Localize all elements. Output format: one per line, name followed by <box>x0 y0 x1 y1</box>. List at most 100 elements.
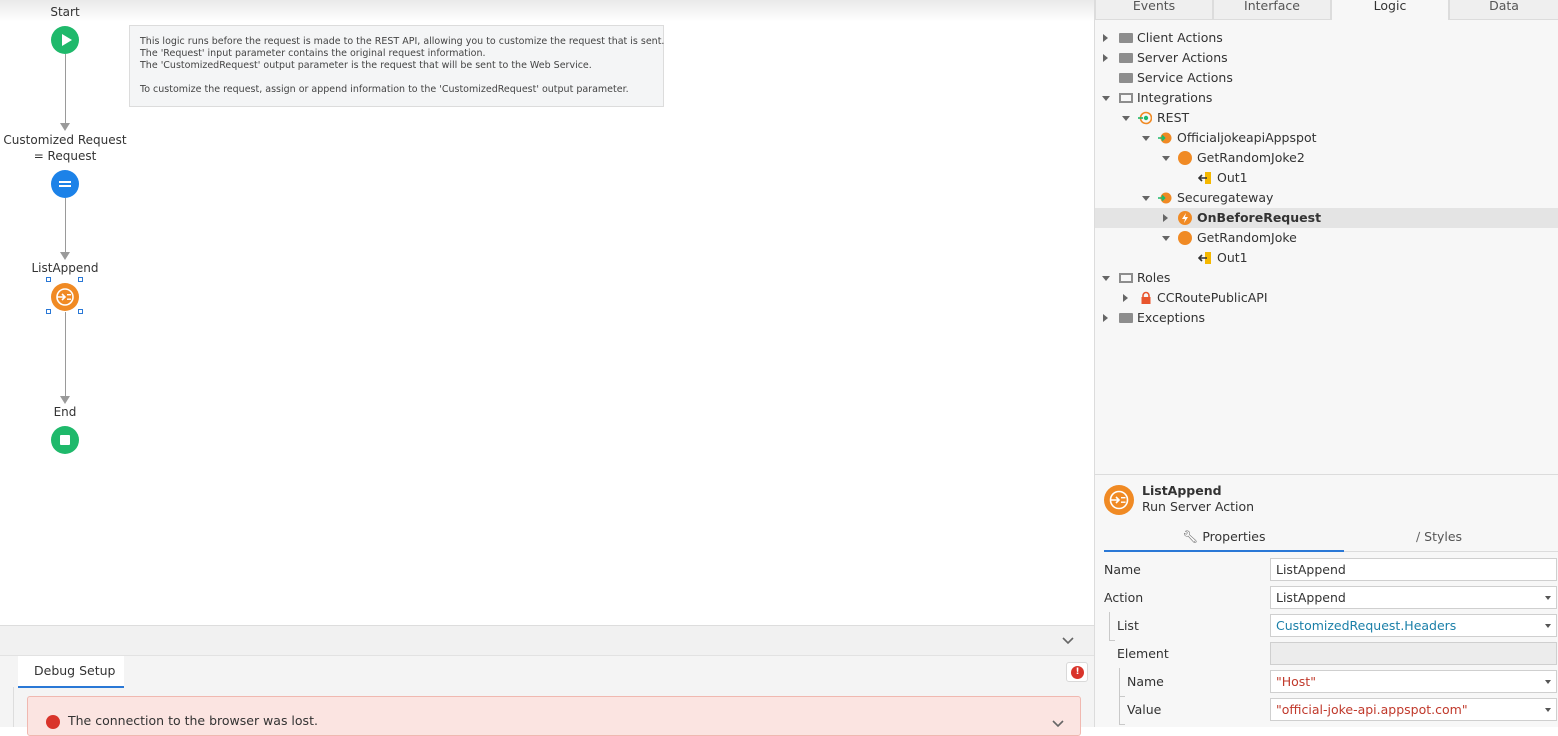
collapse-icon[interactable] <box>1102 96 1110 101</box>
prop-label: List <box>1117 618 1139 633</box>
alert-icon: ! <box>1071 666 1084 679</box>
tree-label: Out1 <box>1217 170 1248 185</box>
tree-item-method[interactable]: GetRandomJoke <box>1095 228 1558 248</box>
bottom-panel: Debug Setup ! The connection to the brow… <box>0 655 1094 736</box>
collapse-icon[interactable] <box>1162 236 1170 241</box>
collapse-icon[interactable] <box>1142 136 1150 141</box>
tree-label: GetRandomJoke2 <box>1197 150 1305 165</box>
connector-arrow <box>60 396 70 404</box>
expand-icon[interactable] <box>1103 34 1108 42</box>
chevron-down-icon[interactable] <box>1052 719 1064 729</box>
tree-label: GetRandomJoke <box>1197 230 1297 245</box>
tree-guide-line <box>1119 724 1125 725</box>
list-expression-field[interactable]: CustomizedRequest.Headers <box>1270 614 1557 637</box>
tab-data[interactable]: Data <box>1449 0 1558 20</box>
tab-styles[interactable]: ∕ Styles <box>1319 522 1558 552</box>
rest-icon <box>1138 111 1152 125</box>
tree-label: OnBeforeRequest <box>1197 210 1322 225</box>
method-icon <box>1178 231 1192 245</box>
prop-label: Name <box>1127 674 1164 689</box>
tree-item-rest[interactable]: REST <box>1095 108 1558 128</box>
dropdown-arrow-icon <box>1545 624 1551 628</box>
comment-line: The 'Request' input parameter contains t… <box>140 48 486 59</box>
element-name-value: "Host" <box>1276 674 1316 689</box>
expand-icon[interactable] <box>1163 214 1168 222</box>
prop-row-element-value: Value "official-joke-api.appspot.com" <box>1095 696 1558 724</box>
tree-item-exceptions[interactable]: Exceptions <box>1095 308 1558 328</box>
selection-handle[interactable] <box>46 277 51 282</box>
chevron-down-icon[interactable] <box>1062 636 1074 646</box>
selection-handle[interactable] <box>46 309 51 314</box>
prop-row-element: Element <box>1095 640 1558 668</box>
tree-item-api[interactable]: OfficialjokeapiAppspot <box>1095 128 1558 148</box>
error-message-box: The connection to the browser was lost. <box>27 696 1081 736</box>
tab-events[interactable]: Events <box>1095 0 1213 20</box>
dropdown-arrow-icon <box>1545 680 1551 684</box>
brush-icon: ∕ <box>1415 529 1421 544</box>
element-name-field[interactable]: "Host" <box>1270 670 1557 693</box>
tree-item-output[interactable]: Out1 <box>1095 248 1558 268</box>
tree-label: OfficialjokeapiAppspot <box>1177 130 1317 145</box>
assign-node[interactable] <box>51 170 79 198</box>
selection-handle[interactable] <box>78 277 83 282</box>
tree-item-client-actions[interactable]: Client Actions <box>1095 28 1558 48</box>
element-value-field[interactable]: "official-joke-api.appspot.com" <box>1270 698 1557 721</box>
play-icon <box>62 34 72 46</box>
element-value-value: "official-joke-api.appspot.com" <box>1276 702 1468 717</box>
expand-icon[interactable] <box>1123 294 1128 302</box>
expand-icon[interactable] <box>1103 54 1108 62</box>
connector-line <box>64 312 66 397</box>
tree-item-method[interactable]: GetRandomJoke2 <box>1095 148 1558 168</box>
prop-row-name: Name ListAppend <box>1095 556 1558 584</box>
right-panel: Events Interface Logic Data Client Actio… <box>1094 0 1558 727</box>
method-icon <box>1178 151 1192 165</box>
bottom-panel-bar <box>0 625 1094 655</box>
dropdown-arrow-icon <box>1545 708 1551 712</box>
tree-item-integrations[interactable]: Integrations <box>1095 88 1558 108</box>
folder-icon <box>1119 53 1133 63</box>
tree-item-role[interactable]: CCRoutePublicAPI <box>1095 288 1558 308</box>
action-label: ListAppend <box>31 261 99 275</box>
flow-comment[interactable]: This logic runs before the request is ma… <box>129 25 664 107</box>
connector-arrow <box>60 252 70 260</box>
flow-canvas[interactable]: Start Customized Request = Request ListA… <box>0 0 1094 625</box>
expand-icon[interactable] <box>1103 314 1108 322</box>
action-select[interactable]: ListAppend <box>1270 586 1557 609</box>
element-field[interactable] <box>1270 642 1557 665</box>
tree-item-api[interactable]: Securegateway <box>1095 188 1558 208</box>
tree-label: CCRoutePublicAPI <box>1157 290 1268 305</box>
tree-item-roles[interactable]: Roles <box>1095 268 1558 288</box>
selection-handle[interactable] <box>78 309 83 314</box>
tree-label: REST <box>1157 110 1190 125</box>
debug-alert-button[interactable]: ! <box>1066 662 1088 682</box>
action-select-value: ListAppend <box>1276 590 1346 605</box>
tree-item-output[interactable]: Out1 <box>1095 168 1558 188</box>
tree-item-server-actions[interactable]: Server Actions <box>1095 48 1558 68</box>
dropdown-arrow-icon <box>1545 596 1551 600</box>
folder-open-icon <box>1119 273 1133 283</box>
equals-icon <box>59 181 71 187</box>
run-server-action-node[interactable] <box>51 283 79 311</box>
properties-header: ListAppend Run Server Action <box>1095 474 1558 522</box>
tab-properties-label: Properties <box>1202 529 1266 544</box>
collapse-icon[interactable] <box>1142 196 1150 201</box>
tree-item-service-actions[interactable]: Service Actions <box>1095 68 1558 88</box>
tree-label: Securegateway <box>1177 190 1274 205</box>
tree-item-on-before-request[interactable]: OnBeforeRequest <box>1095 208 1558 228</box>
name-field[interactable]: ListAppend <box>1270 558 1557 581</box>
prop-label: Name <box>1104 562 1141 577</box>
prop-label: Element <box>1117 646 1169 661</box>
folder-icon <box>1119 33 1133 43</box>
tab-logic[interactable]: Logic <box>1331 0 1449 20</box>
connector-line <box>64 54 66 124</box>
tab-debug-setup[interactable]: Debug Setup <box>18 656 124 688</box>
connector-arrow <box>60 123 70 131</box>
tab-interface[interactable]: Interface <box>1213 0 1331 20</box>
collapse-icon[interactable] <box>1102 276 1110 281</box>
end-node[interactable] <box>51 426 79 454</box>
folder-icon <box>1119 73 1133 83</box>
start-node[interactable] <box>51 26 79 54</box>
tab-properties[interactable]: 🔧︎ Properties <box>1104 522 1344 552</box>
collapse-icon[interactable] <box>1162 156 1170 161</box>
collapse-icon[interactable] <box>1122 116 1130 121</box>
